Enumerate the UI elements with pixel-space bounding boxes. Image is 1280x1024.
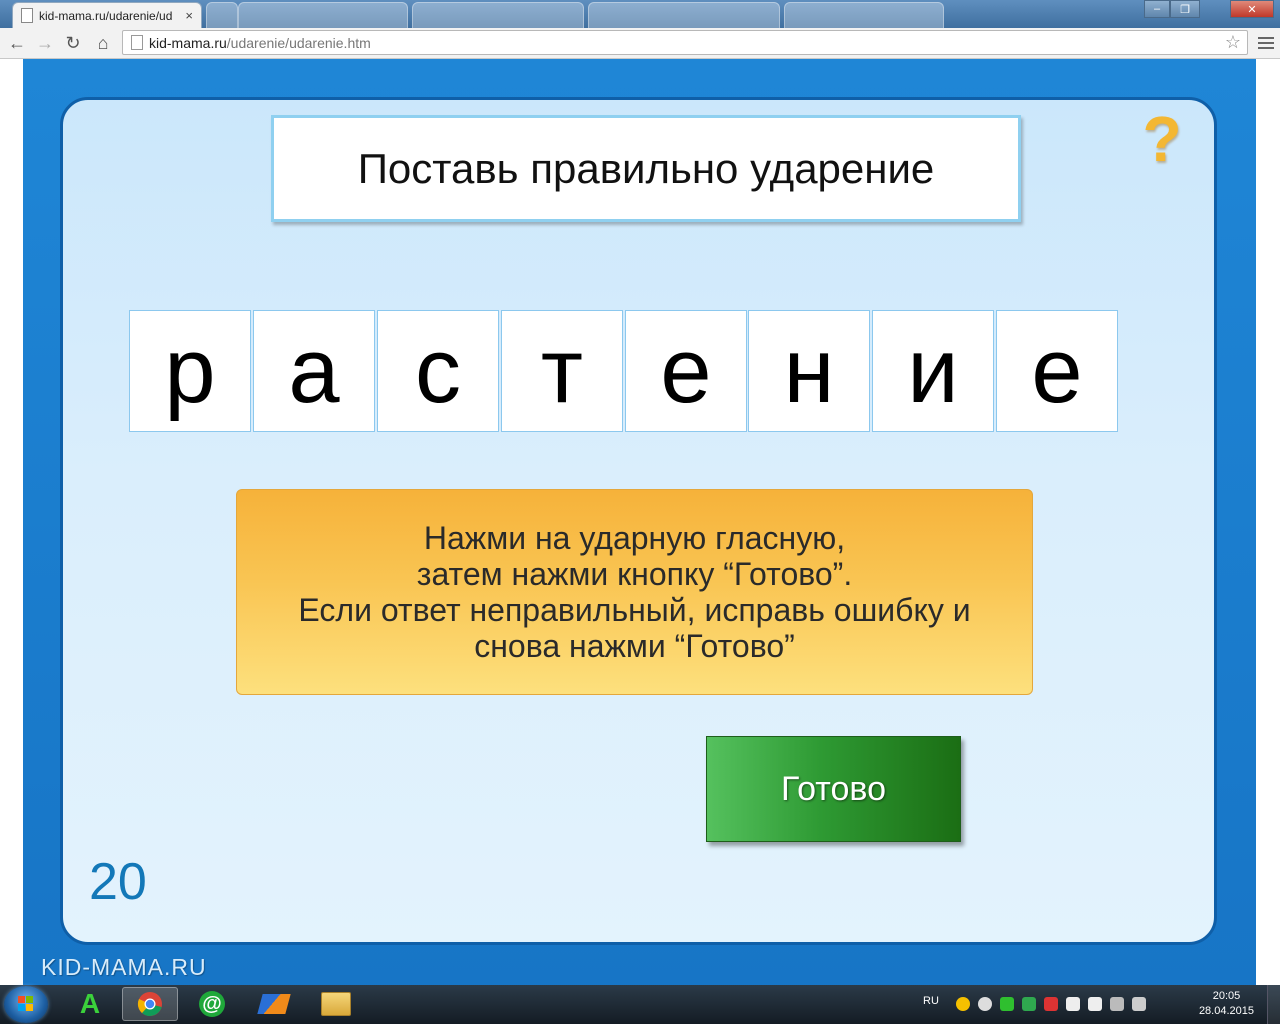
tray-icon[interactable]: [1066, 997, 1080, 1011]
clock[interactable]: 20:05 28.04.2015: [1199, 989, 1254, 1019]
letter-tile[interactable]: с: [377, 310, 499, 432]
tab-background-3[interactable]: [588, 2, 780, 28]
page-icon: [21, 8, 33, 23]
back-icon[interactable]: ←: [6, 32, 28, 54]
flag-icon[interactable]: [1088, 997, 1102, 1011]
clock-date: 28.04.2015: [1198, 1005, 1254, 1017]
done-button[interactable]: Готово: [706, 736, 961, 842]
instruction-line: затем нажми кнопку “Готово”.: [416, 556, 853, 592]
tab-title: kid-mama.ru/udarenie/ud: [39, 8, 173, 23]
tab-background-2[interactable]: [412, 2, 584, 28]
help-icon[interactable]: ?: [1140, 106, 1184, 172]
letter-tile[interactable]: е: [996, 310, 1118, 432]
url-path: /udarenie/udarenie.htm: [226, 34, 371, 51]
tab-active[interactable]: kid-mama.ru/udarenie/ud ×: [12, 2, 202, 28]
taskbar-app-icon[interactable]: [246, 987, 302, 1021]
site-logo-text: KID-MAMA.RU: [41, 954, 207, 980]
taskbar-chrome-icon[interactable]: [122, 987, 178, 1021]
tray-icon[interactable]: [1110, 997, 1124, 1011]
start-button[interactable]: [4, 986, 48, 1023]
url-domain: kid-mama.ru: [149, 34, 227, 51]
page-icon: [131, 35, 143, 50]
system-tray: RU 20:05 28.04.2015: [923, 985, 1280, 1024]
address-bar[interactable]: kid-mama.ru /udarenie/udarenie.htm ☆: [122, 30, 1248, 55]
forward-icon[interactable]: →: [34, 32, 56, 54]
tray-icon[interactable]: [1022, 997, 1036, 1011]
letter-tile[interactable]: р: [129, 310, 251, 432]
menu-icon[interactable]: [1258, 34, 1274, 52]
taskbar-mail-agent-icon[interactable]: @: [184, 987, 240, 1021]
new-tab-button[interactable]: [206, 2, 238, 28]
question-counter: 20: [89, 853, 147, 911]
reload-icon[interactable]: ↻: [62, 32, 84, 54]
instruction-line: Если ответ неправильный, исправь ошибку …: [298, 592, 971, 628]
instruction-line: Нажми на ударную гласную,: [423, 520, 846, 556]
tray-icon[interactable]: [1000, 997, 1014, 1011]
language-indicator[interactable]: RU: [923, 995, 939, 1007]
clock-time: 20:05: [1212, 990, 1241, 1002]
taskbar-app-a-icon[interactable]: A: [62, 987, 118, 1021]
tab-close-icon[interactable]: ×: [185, 8, 193, 23]
windows-logo-icon: [18, 996, 34, 1012]
browser-toolbar: ← → ↻ ⌂ kid-mama.ru /udarenie/udarenie.h…: [0, 28, 1280, 59]
browser-tabstrip: kid-mama.ru/udarenie/ud × – ❐ ✕: [0, 0, 1280, 28]
chrome-icon: [137, 992, 162, 1016]
show-desktop-button[interactable]: [1267, 985, 1280, 1024]
instruction-box: Нажми на ударную гласную, затем нажми кн…: [236, 489, 1033, 695]
taskbar-explorer-icon[interactable]: [308, 987, 364, 1021]
letter-tile[interactable]: а: [253, 310, 375, 432]
tab-background-1[interactable]: [238, 2, 408, 28]
close-window-button[interactable]: ✕: [1230, 0, 1274, 18]
instruction-line: снова нажми “Готово”: [474, 628, 795, 664]
tray-icon[interactable]: [1044, 997, 1058, 1011]
bookmark-star-icon[interactable]: ☆: [1225, 32, 1241, 53]
maximize-button[interactable]: ❐: [1170, 0, 1200, 18]
letter-tile[interactable]: е: [625, 310, 747, 432]
windows-taskbar: A @ RU 20:05 28.04.2015: [0, 985, 1280, 1024]
letter-tile[interactable]: и: [872, 310, 994, 432]
tray-icon[interactable]: [956, 997, 970, 1011]
letter-tile[interactable]: т: [501, 310, 623, 432]
volume-icon[interactable]: [1132, 997, 1146, 1011]
minimize-button[interactable]: –: [1144, 0, 1170, 18]
home-icon[interactable]: ⌂: [92, 32, 114, 54]
tab-background-4[interactable]: [784, 2, 944, 28]
task-title: Поставь правильно ударение: [271, 115, 1021, 222]
tray-icon[interactable]: [978, 997, 992, 1011]
letter-tile[interactable]: н: [748, 310, 870, 432]
